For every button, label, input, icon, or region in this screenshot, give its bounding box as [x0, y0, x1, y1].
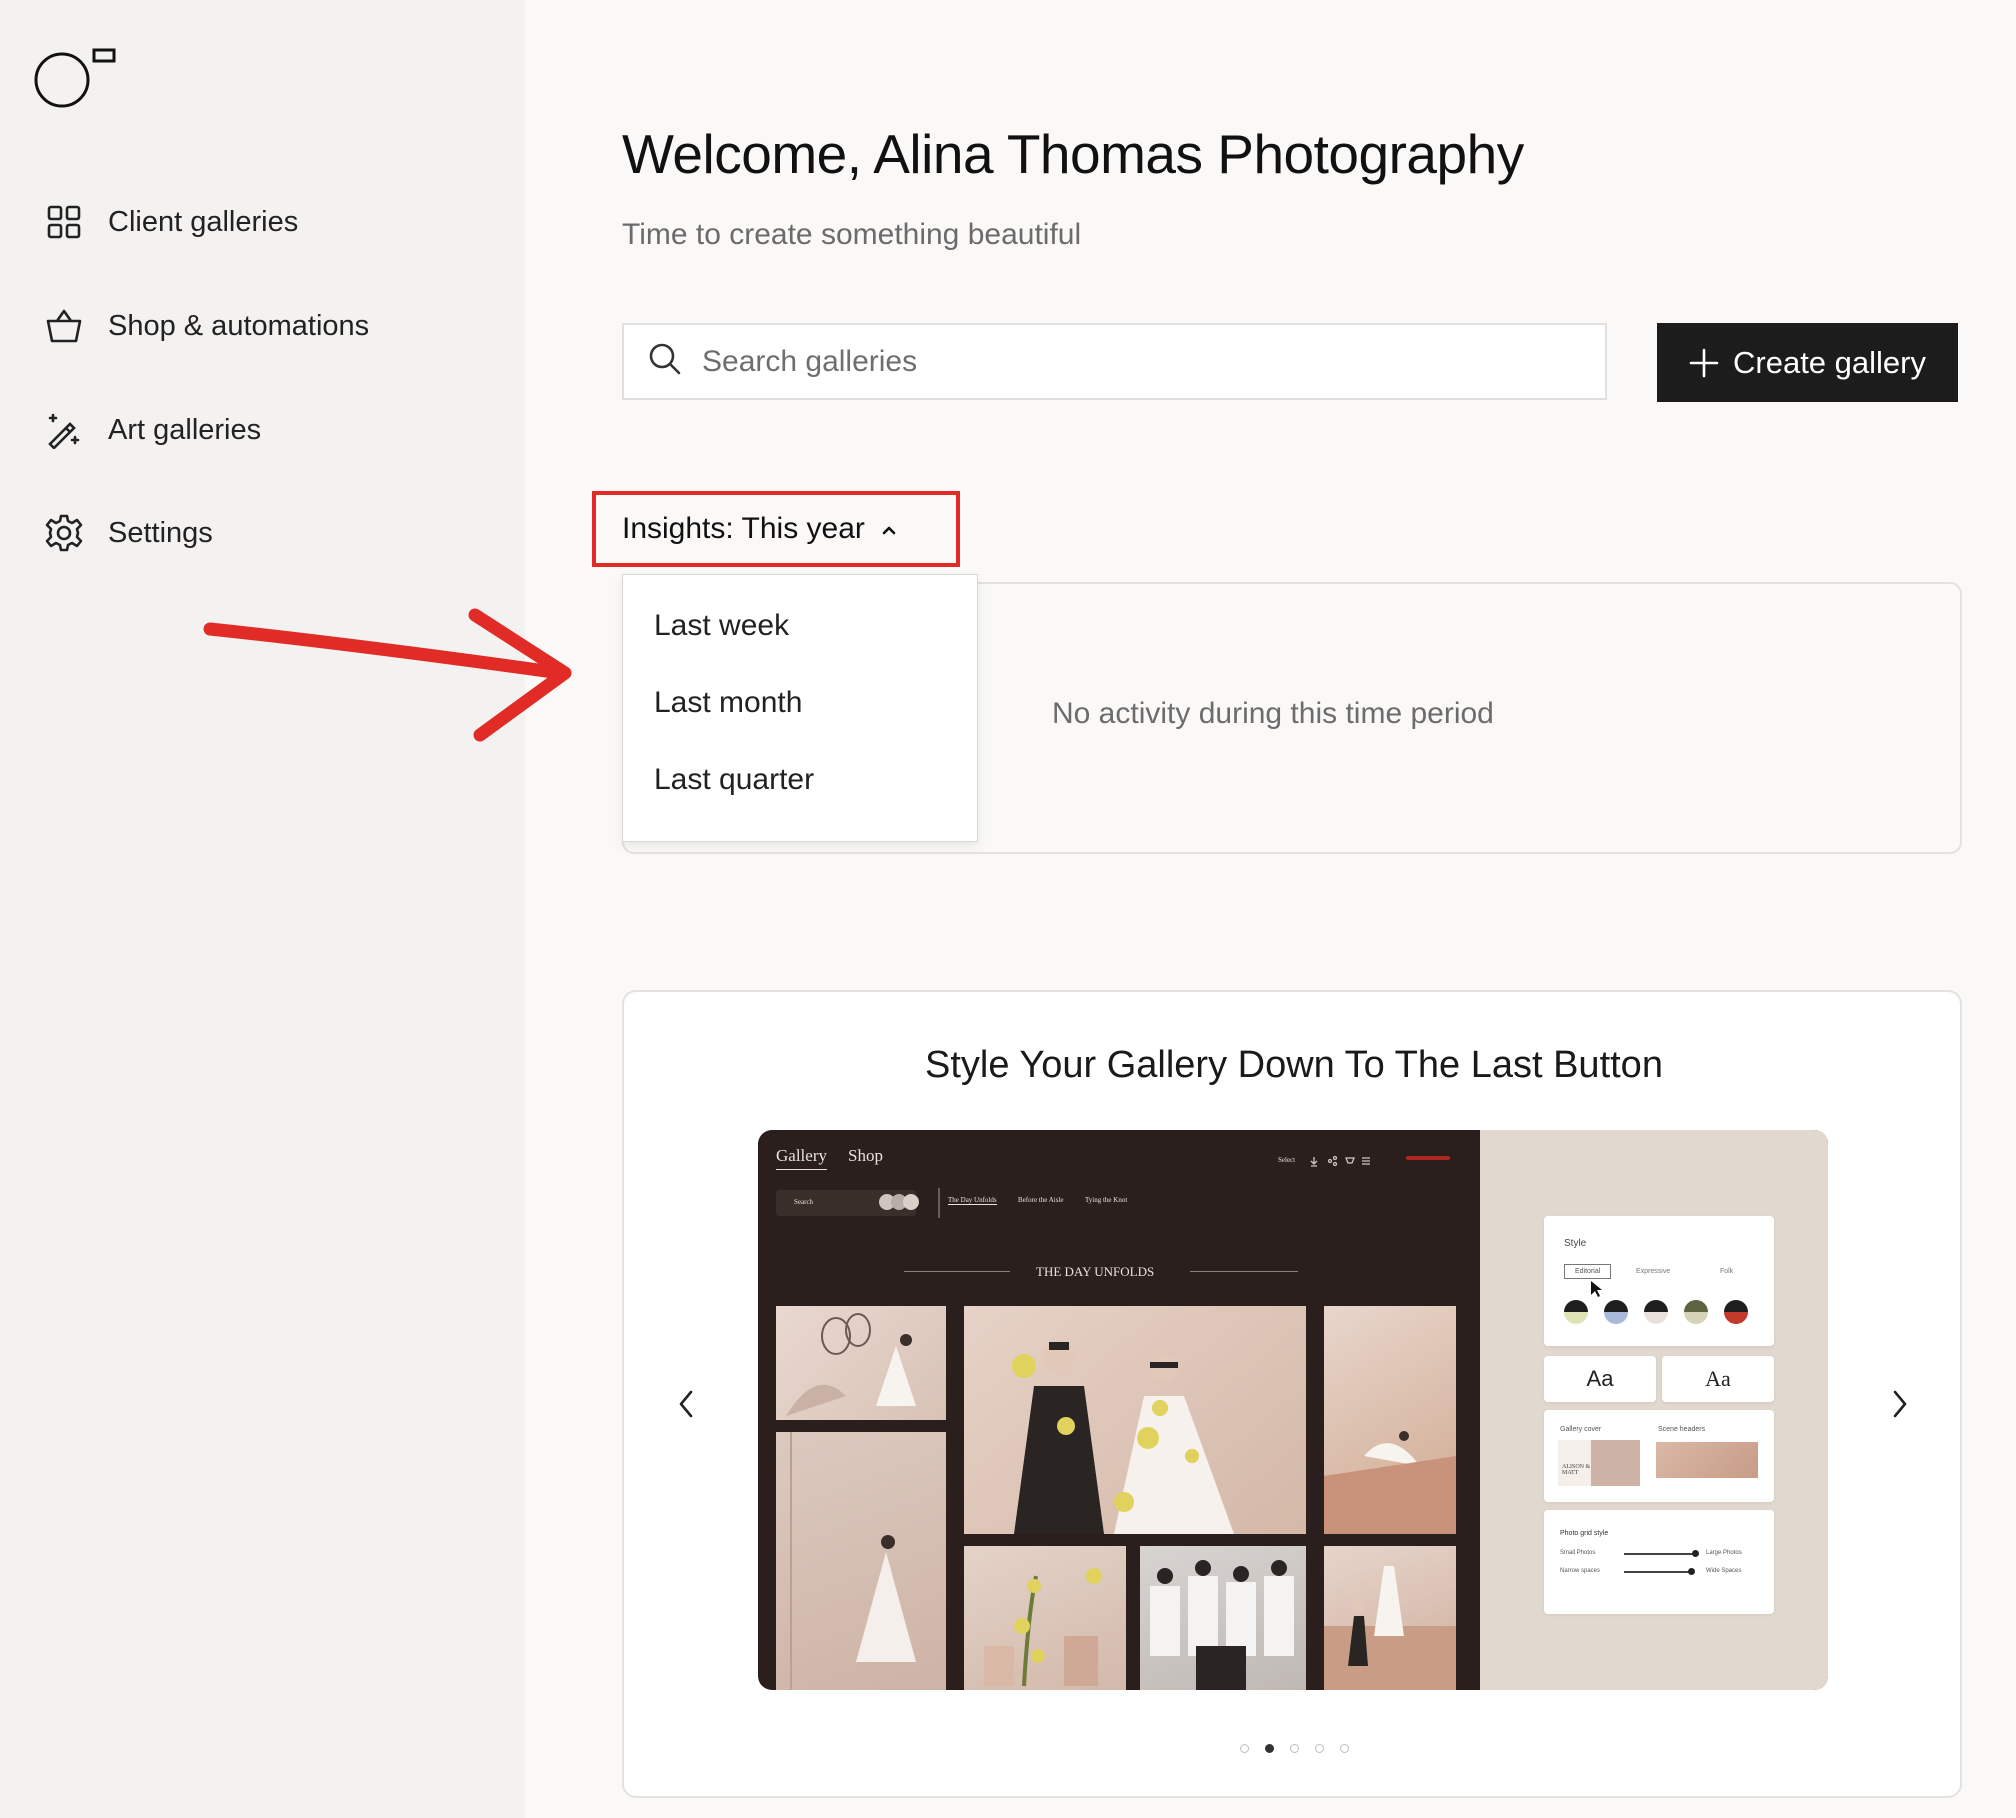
sidebar: Client galleries Shop & automations Art … [0, 0, 525, 1818]
preview-toolbar-icons [1310, 1154, 1390, 1167]
cursor-icon [1591, 1281, 1602, 1297]
search-input[interactable]: Search galleries [622, 323, 1607, 400]
carousel-dot[interactable] [1314, 1744, 1324, 1753]
preview-slider-track [1624, 1571, 1692, 1573]
carousel-pagination [624, 1744, 1964, 1753]
create-gallery-label: Create gallery [1733, 344, 1926, 380]
preview-photo [1140, 1546, 1306, 1690]
preview-slider-left: Small Photos [1560, 1550, 1596, 1556]
preview-scene-headers-label: Scene headers [1658, 1426, 1706, 1433]
carousel-dot[interactable] [1339, 1744, 1349, 1753]
create-gallery-button[interactable]: Create gallery [1657, 323, 1958, 402]
preview-scene-thumb [1656, 1442, 1758, 1478]
preview-photo [776, 1432, 946, 1690]
preview-nav-gallery: Gallery [776, 1146, 827, 1170]
menu-item-last-month[interactable]: Last month [654, 686, 802, 720]
preview-grid-style-label: Photo grid style [1560, 1530, 1609, 1537]
insights-period-menu: Last week Last month Last quarter [622, 574, 978, 842]
chevron-up-icon [881, 516, 897, 542]
preview-nav-shop: Shop [848, 1146, 883, 1165]
insights-period-dropdown[interactable]: Insights: This year [592, 491, 960, 567]
basket-icon [44, 306, 84, 346]
preview-style-panel: Style Editorial Expressive Folk Aa Aa Ga… [1480, 1130, 1828, 1690]
preview-tab-1: The Day Unfolds [948, 1196, 997, 1205]
preview-photo [964, 1306, 1306, 1534]
preview-slider-right: Large Photos [1706, 1550, 1742, 1556]
preview-rule-right [1190, 1271, 1298, 1272]
sidebar-item-label: Settings [108, 516, 213, 549]
preview-rule-left [904, 1271, 1010, 1272]
preview-font-sample: Aa [1544, 1356, 1656, 1402]
preview-tab-2: Before the Aisle [1018, 1196, 1064, 1204]
promo-card: Style Your Gallery Down To The Last Butt… [622, 990, 1962, 1798]
carousel-dot[interactable] [1264, 1744, 1274, 1753]
preview-cover-thumb: ALISON & MATT [1558, 1440, 1640, 1486]
menu-item-last-week[interactable]: Last week [654, 609, 789, 643]
sidebar-item-label: Client galleries [108, 205, 299, 238]
insights-selector-label: Insights: This year [622, 512, 865, 545]
chevron-left-icon [679, 1390, 693, 1418]
preview-search-label: Search [794, 1198, 814, 1206]
preview-slider-track [1624, 1553, 1696, 1555]
annotation-arrow-icon [203, 608, 572, 742]
carousel-dot[interactable] [1239, 1744, 1249, 1753]
preview-cover-card: Gallery cover Scene headers ALISON & MAT… [1544, 1410, 1774, 1502]
preview-style-option: Editorial [1564, 1264, 1612, 1279]
preview-slider-handle [1692, 1550, 1699, 1557]
sidebar-item-shop-automations[interactable]: Shop & automations [44, 306, 369, 346]
preview-scene-title: THE DAY UNFOLDS [1036, 1264, 1155, 1279]
preview-photo [1324, 1546, 1456, 1690]
insights-empty-message: No activity during this time period [1052, 697, 1494, 730]
preview-gallery-cover-label: Gallery cover [1560, 1426, 1602, 1433]
preview-slider-left: Narrow spaces [1560, 1568, 1601, 1574]
preview-slider-handle [1688, 1568, 1695, 1575]
preview-style-option: Expressive [1636, 1268, 1671, 1275]
carousel-dot[interactable] [1289, 1744, 1299, 1753]
preview-font-sample: Aa [1662, 1356, 1774, 1402]
preview-slider-right: Wide Spaces [1706, 1568, 1742, 1574]
gallery-preview-image: Gallery Shop Select Search The Day Unfol… [758, 1130, 1828, 1690]
preview-photo [964, 1546, 1126, 1690]
promo-title: Style Your Gallery Down To The Last Butt… [925, 1044, 1663, 1086]
preview-photo [1324, 1306, 1456, 1534]
preview-style-heading: Style [1564, 1238, 1587, 1249]
sidebar-item-client-galleries[interactable]: Client galleries [44, 202, 298, 242]
carousel-next-button[interactable] [1890, 1382, 1910, 1432]
preview-avatars [878, 1193, 922, 1211]
preview-tab-3: Tying the Knot [1085, 1196, 1128, 1204]
preview-select: Select [1278, 1156, 1296, 1164]
preview-divider [938, 1188, 940, 1218]
preview-color-swatches [1564, 1300, 1748, 1324]
preview-style-option: Folk [1720, 1268, 1734, 1275]
plus-icon [1689, 348, 1733, 378]
carousel-prev-button[interactable] [676, 1382, 696, 1432]
page-subtitle: Time to create something beautiful [622, 218, 1082, 251]
sidebar-item-settings[interactable]: Settings [44, 513, 213, 553]
preview-grid-style-card: Photo grid style Small Photos Large Phot… [1544, 1510, 1774, 1614]
preview-style-card: Style Editorial Expressive Folk [1544, 1216, 1774, 1346]
search-icon [648, 342, 682, 381]
sidebar-item-art-galleries[interactable]: Art galleries [44, 410, 261, 450]
sidebar-item-label: Art galleries [108, 413, 262, 446]
preview-signature [1406, 1156, 1450, 1160]
sidebar-item-label: Shop & automations [108, 309, 370, 342]
search-placeholder: Search galleries [702, 344, 918, 378]
page-title: Welcome, Alina Thomas Photography [622, 123, 1524, 185]
logo-icon[interactable] [34, 46, 120, 117]
preview-cover-text: ALISON & MATT [1562, 1464, 1591, 1476]
preview-photo [776, 1306, 946, 1420]
magic-wand-icon [44, 410, 84, 450]
menu-item-last-quarter[interactable]: Last quarter [654, 763, 814, 797]
chevron-right-icon [1893, 1390, 1907, 1418]
grid-icon [44, 202, 84, 242]
gear-icon [44, 513, 84, 553]
